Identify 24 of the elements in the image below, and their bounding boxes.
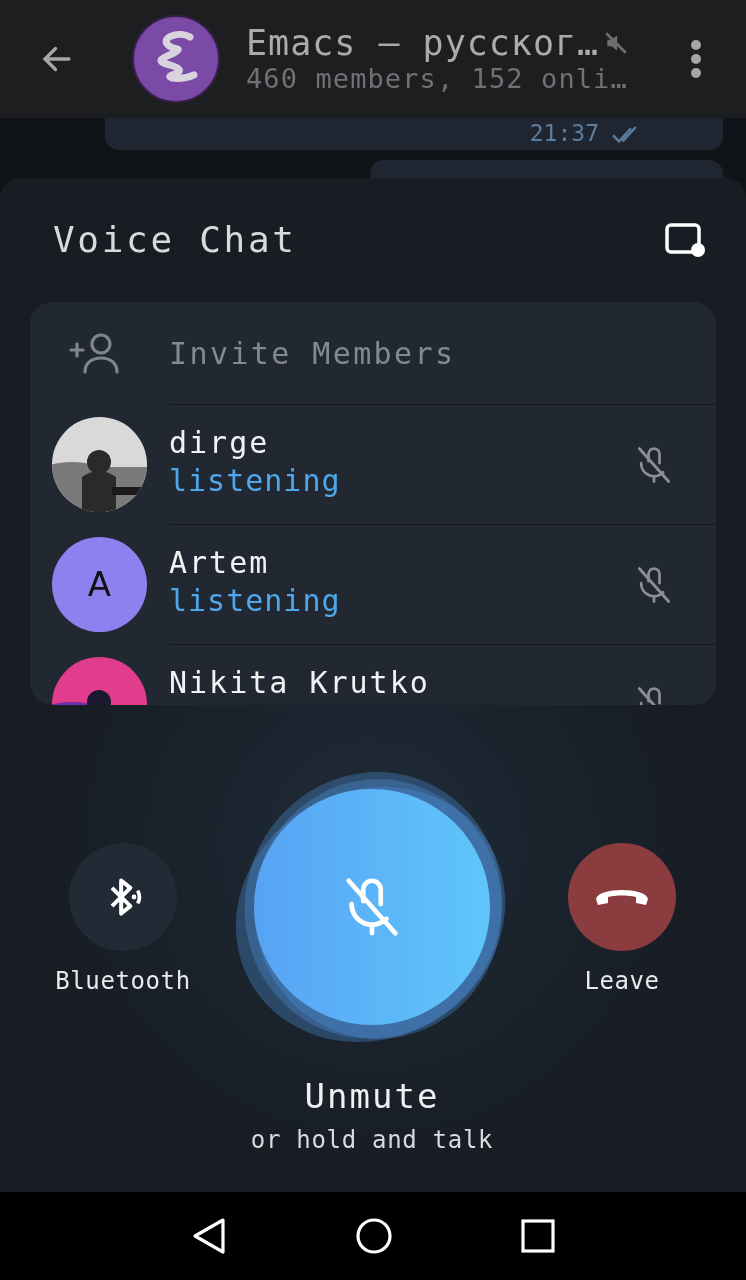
hang-up-icon	[596, 888, 648, 906]
control-label: Bluetooth	[55, 966, 191, 997]
back-nav-icon[interactable]	[191, 1216, 227, 1256]
chat-title: Emacs — русског…	[246, 22, 600, 63]
participant-status: listening	[169, 463, 341, 499]
participant-name: Artem	[169, 545, 271, 581]
control-label: Leave	[584, 966, 660, 997]
participant-row[interactable]: dirge listening	[169, 404, 716, 524]
mic-hint: or hold and talk	[250, 1125, 494, 1156]
message-time: 21:37	[529, 119, 599, 148]
pip-icon[interactable]	[664, 222, 706, 258]
participant-status: listening	[169, 583, 341, 619]
add-person-icon	[69, 332, 121, 374]
invite-members-item[interactable]: Invite Members	[30, 302, 716, 404]
mic-action-label: Unmute	[304, 1075, 440, 1118]
more-icon[interactable]	[690, 39, 702, 79]
recents-icon[interactable]	[521, 1219, 555, 1253]
sheet-title: Voice Chat	[53, 218, 297, 262]
avatar: A	[52, 537, 147, 632]
group-avatar[interactable]	[132, 15, 220, 103]
participant-name: Nikita Krutko	[169, 665, 430, 701]
member-count: 460 members, 152 onli…	[246, 62, 629, 96]
home-icon[interactable]	[355, 1217, 393, 1255]
participant-name: dirge	[169, 425, 271, 461]
